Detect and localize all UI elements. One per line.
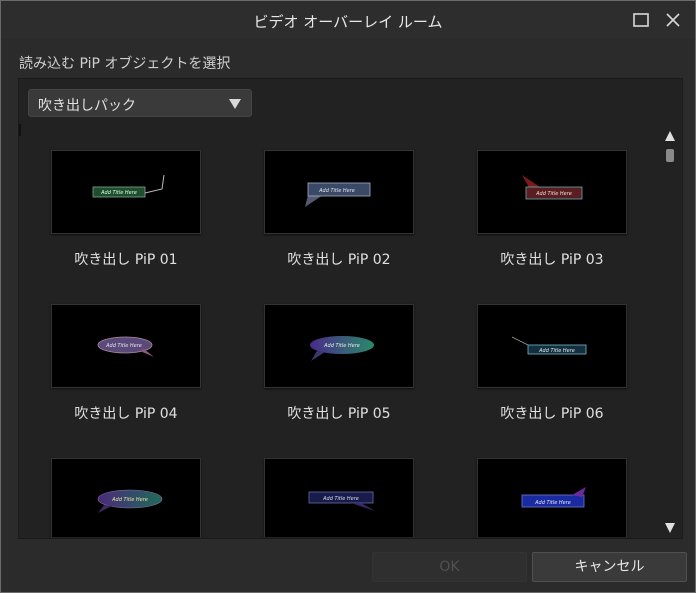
pip-thumbnail: Add Title Here: [477, 304, 627, 388]
pip-item-01[interactable]: Add Title Here 吹き出し PiP 01: [51, 150, 201, 270]
close-button[interactable]: [663, 10, 683, 30]
pip-thumbnail: Add Title Here: [51, 150, 201, 234]
pip-item-label: 吹き出し PiP 03: [500, 252, 604, 268]
pip-item-03[interactable]: Add Title Here 吹き出し PiP 03: [477, 150, 627, 270]
thumb-caption: Add Title Here: [111, 497, 148, 503]
pip-object-grid: Add Title Here 吹き出し PiP 01 Add Title Her…: [22, 137, 658, 537]
pip-item-label: 吹き出し PiP 06: [500, 406, 604, 422]
pip-item-label: 吹き出し PiP 05: [287, 406, 391, 422]
pip-thumbnail: Add Title Here: [51, 458, 201, 537]
pip-item-06[interactable]: Add Title Here 吹き出し PiP 06: [477, 304, 627, 424]
pack-select-dropdown[interactable]: 吹き出しパック: [28, 89, 252, 117]
thumb-caption: Add Title Here: [323, 343, 360, 349]
panel-divider: [19, 124, 21, 136]
vertical-scrollbar[interactable]: [663, 129, 677, 535]
thumb-caption: Add Title Here: [534, 500, 571, 506]
thumb-caption: Add Title Here: [322, 496, 359, 502]
maximize-button[interactable]: [631, 10, 651, 30]
pip-item-label: 吹き出し PiP 01: [74, 252, 178, 268]
pip-item-02[interactable]: Add Title Here 吹き出し PiP 02: [264, 150, 414, 270]
pip-item-label: 吹き出し PiP 04: [74, 406, 178, 422]
pip-thumbnail: Add Title Here: [264, 304, 414, 388]
scrollbar-thumb[interactable]: [666, 149, 674, 162]
pip-item-05[interactable]: Add Title Here 吹き出し PiP 05: [264, 304, 414, 424]
window-title: ビデオ オーバーレイ ルーム: [253, 13, 443, 31]
pip-item-09[interactable]: Add Title Here: [477, 458, 627, 537]
thumb-caption: Add Title Here: [318, 188, 355, 194]
pip-item-08[interactable]: Add Title Here: [264, 458, 414, 537]
pip-item-label: 吹き出し PiP 02: [287, 252, 391, 268]
pip-thumbnail: Add Title Here: [264, 458, 414, 537]
instruction-text: 読み込む PiP オブジェクトを選択: [19, 56, 231, 72]
dropdown-selected-value: 吹き出しパック: [38, 98, 136, 114]
pip-object-panel: 吹き出しパック Add Title Here 吹き出し PiP 01 Add T…: [18, 78, 683, 539]
pip-thumbnail: Add Title Here: [477, 150, 627, 234]
triangle-up-icon[interactable]: [665, 131, 675, 141]
triangle-down-icon[interactable]: [665, 523, 675, 533]
triangle-down-icon: [229, 99, 241, 109]
pip-thumbnail: Add Title Here: [477, 458, 627, 537]
pip-thumbnail: Add Title Here: [264, 150, 414, 234]
thumb-caption: Add Title Here: [105, 343, 142, 349]
pip-thumbnail: Add Title Here: [51, 304, 201, 388]
ok-button[interactable]: OK: [372, 552, 527, 582]
pip-item-07[interactable]: Add Title Here: [51, 458, 201, 537]
dialog-window: ビデオ オーバーレイ ルーム 読み込む PiP オブジェクトを選択 吹き出しパッ…: [0, 0, 696, 593]
cancel-button[interactable]: キャンセル: [532, 552, 687, 582]
thumb-caption: Add Title Here: [538, 348, 575, 354]
thumb-caption: Add Title Here: [100, 190, 137, 196]
title-bar: ビデオ オーバーレイ ルーム: [1, 1, 695, 39]
thumb-caption: Add Title Here: [535, 191, 572, 197]
maximize-icon: [633, 13, 649, 27]
close-icon: [666, 13, 680, 27]
pip-item-04[interactable]: Add Title Here 吹き出し PiP 04: [51, 304, 201, 424]
